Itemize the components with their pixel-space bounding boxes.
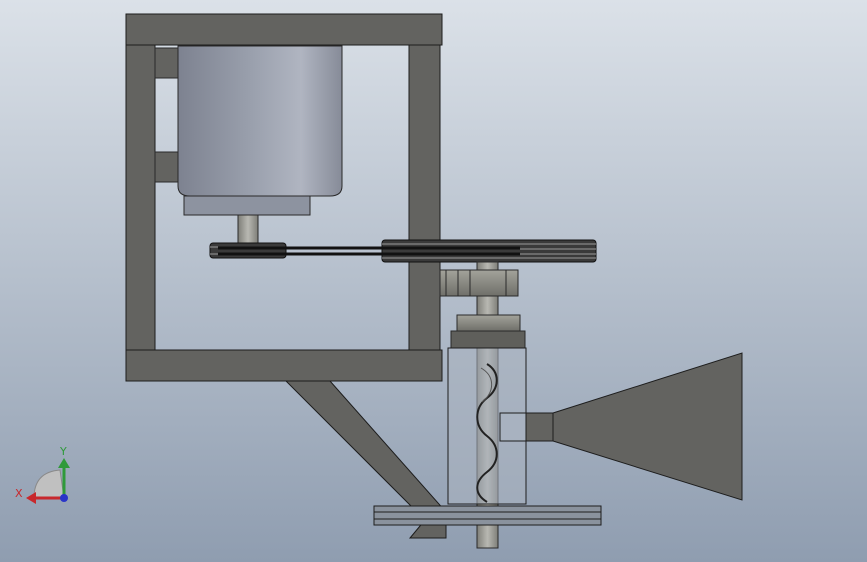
motor-mount-bracket-bottom — [154, 151, 179, 183]
motor-end-flange — [183, 195, 311, 216]
frame-left-post — [125, 44, 156, 351]
frame-bottom-beam — [125, 349, 443, 382]
motor-body — [177, 45, 343, 197]
drive-pulley-small — [209, 242, 287, 259]
cad-viewport[interactable]: Y X — [0, 0, 867, 562]
bearing-seat — [450, 330, 526, 349]
base-plate — [373, 505, 602, 526]
frame-right-post — [408, 44, 441, 351]
drive-pulley-large — [381, 239, 597, 263]
frame-top-beam — [125, 13, 443, 46]
triad-z-axis — [60, 494, 68, 502]
motor-shaft — [237, 214, 259, 244]
bearing-collar — [456, 314, 521, 332]
triad-y-label: Y — [59, 445, 67, 458]
motor-mount-bracket-top — [154, 47, 179, 79]
triad-x-label: X — [15, 487, 23, 500]
